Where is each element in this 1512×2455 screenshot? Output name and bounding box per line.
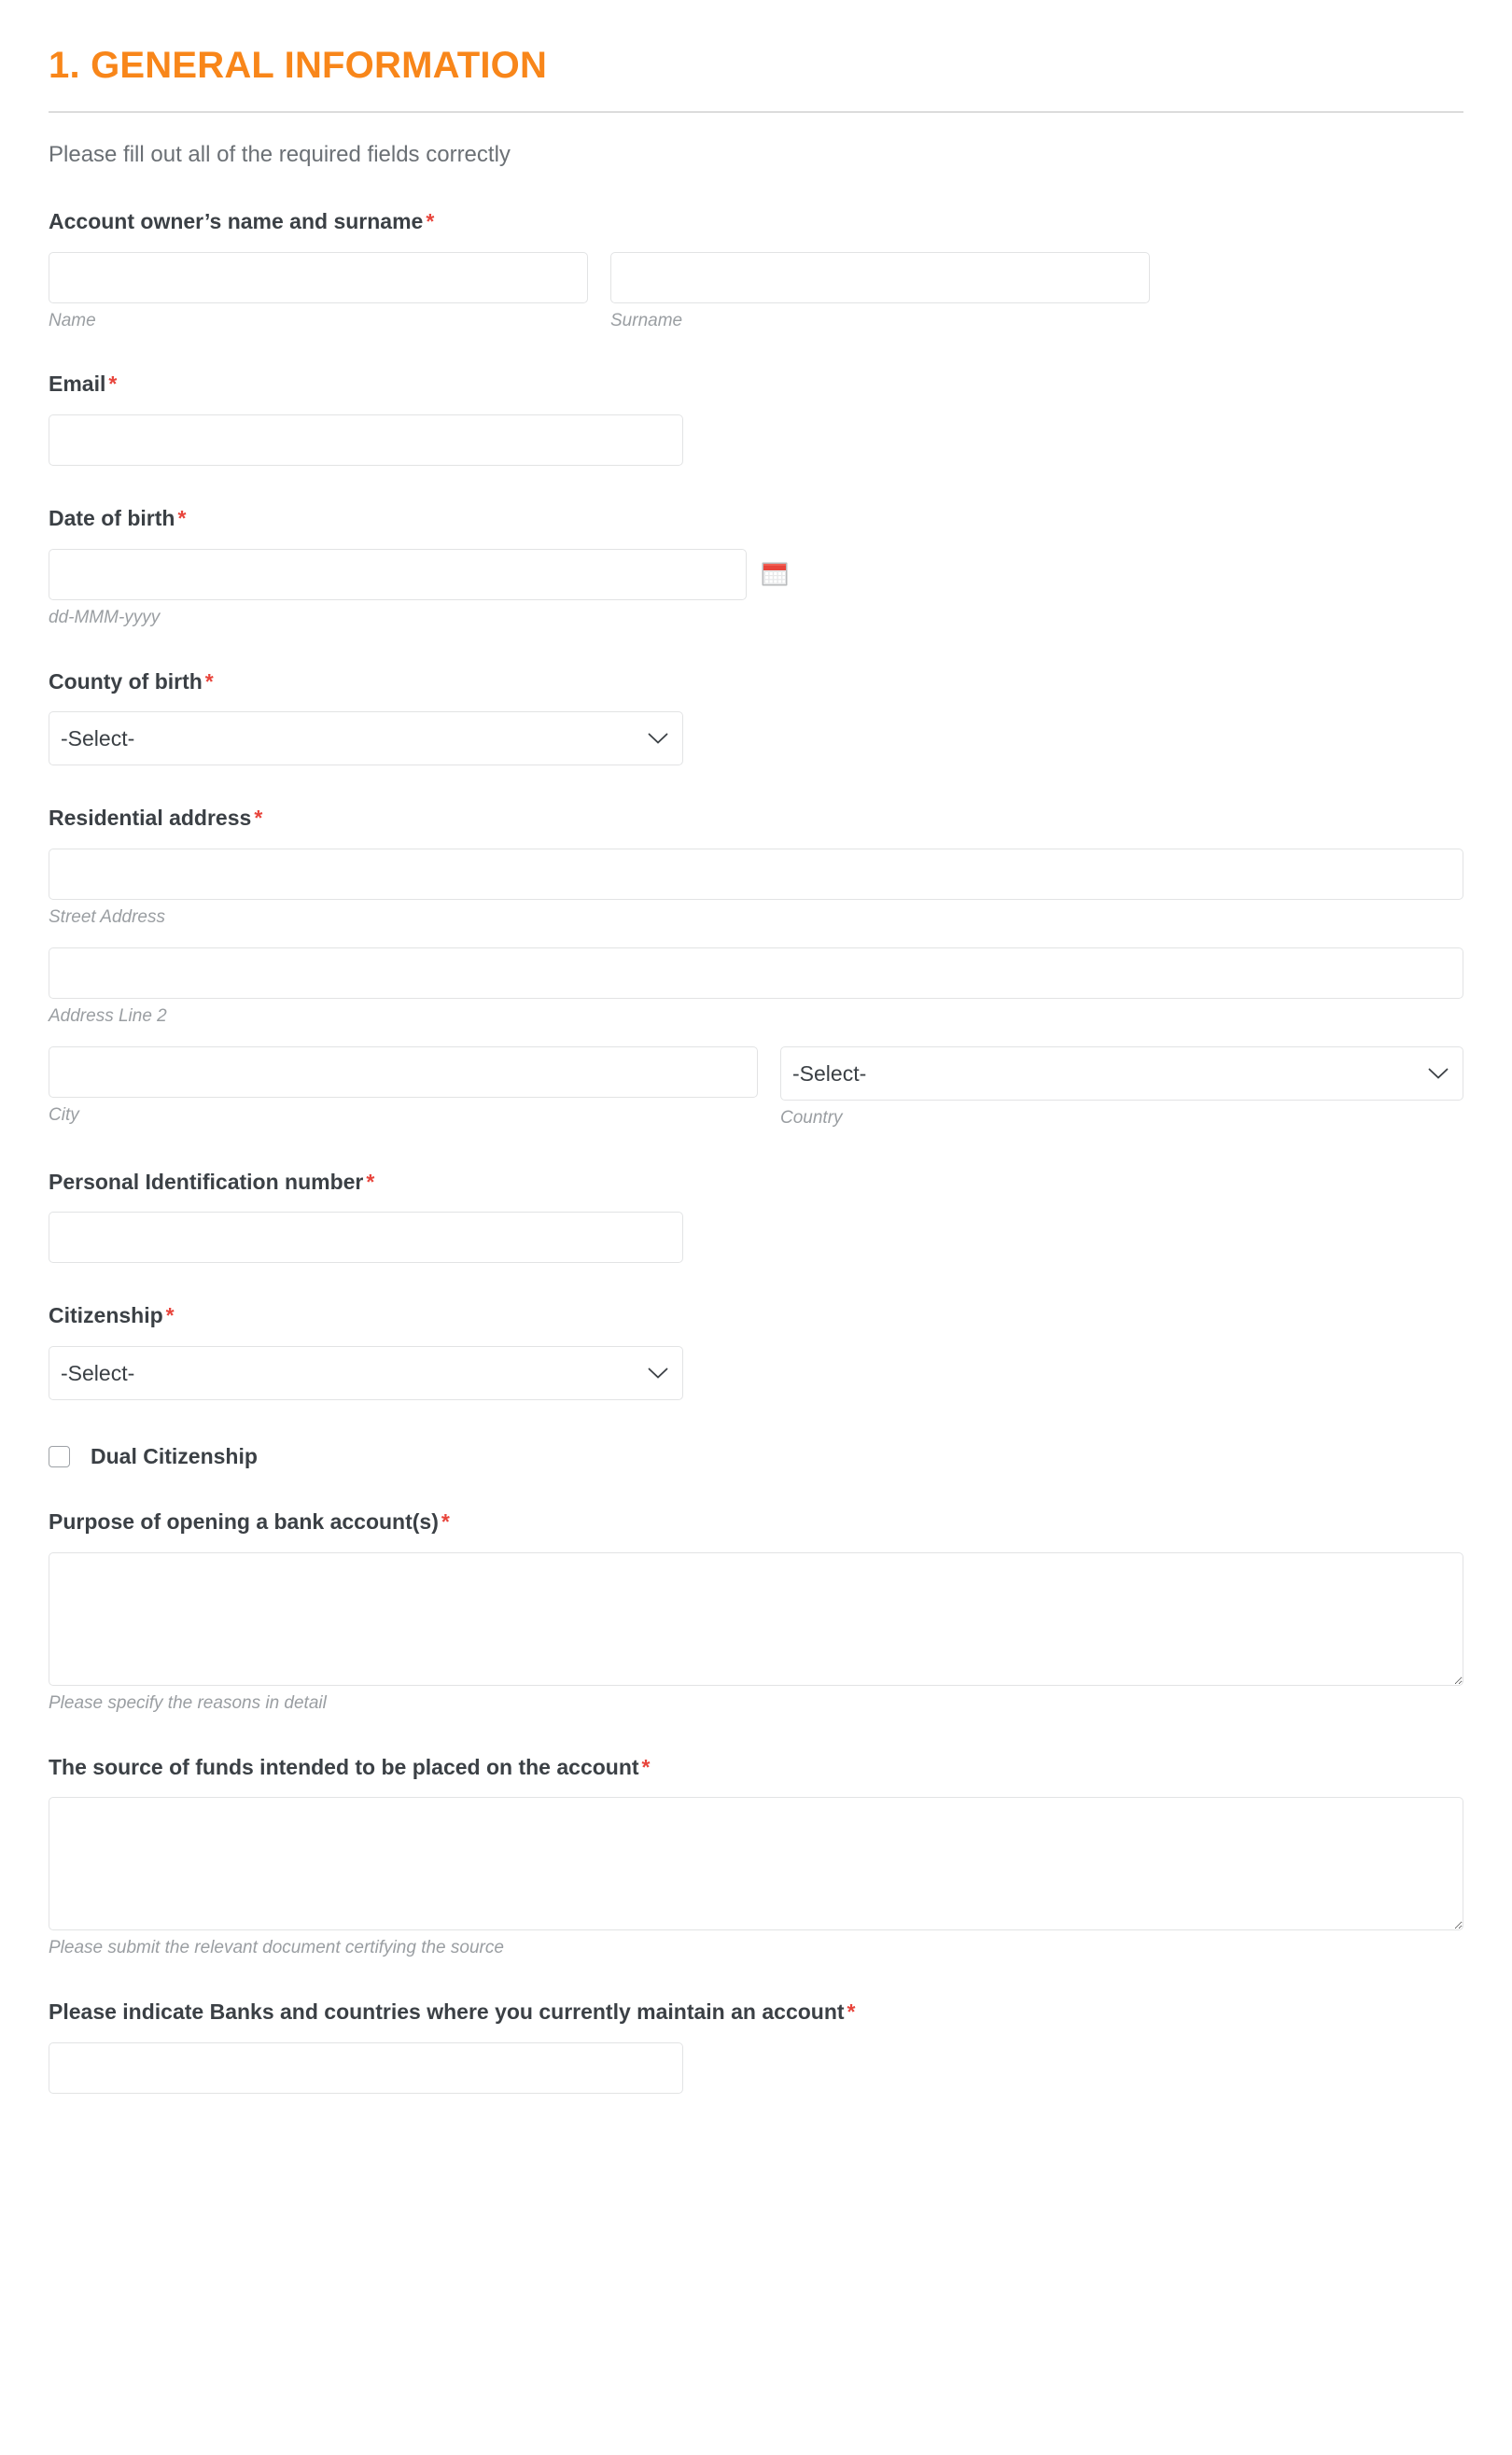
required-asterisk: * (254, 806, 263, 831)
calendar-icon[interactable] (762, 562, 788, 586)
city-col: City (49, 1045, 758, 1129)
section-header: 1. GENERAL INFORMATION Please fill out a… (49, 0, 1463, 169)
street-address-input[interactable] (49, 849, 1463, 901)
section-subtitle: Please fill out all of the required fiel… (49, 142, 511, 167)
label-source-of-funds: The source of funds intended to be place… (49, 1754, 1463, 1781)
required-asterisk: * (847, 1999, 856, 2025)
source-of-funds-sublabel: Please submit the relevant document cert… (49, 1938, 504, 1958)
source-of-funds-textarea[interactable] (49, 1797, 1463, 1931)
header-divider (49, 111, 1463, 113)
field-email: Email * (49, 371, 1463, 467)
email-field[interactable] (49, 414, 683, 467)
field-citizenship: Citizenship * -Select- (49, 1302, 1463, 1401)
required-asterisk: * (108, 372, 118, 397)
label-purpose: Purpose of opening a bank account(s) * (49, 1508, 1463, 1536)
required-asterisk: * (641, 1754, 651, 1779)
label-purpose-text: Purpose of opening a bank account(s) (49, 1509, 439, 1535)
label-personal-id: Personal Identification number * (49, 1169, 1463, 1196)
owner-name-col: Name (49, 251, 588, 332)
label-owner-name-text: Account owner’s name and surname (49, 208, 424, 233)
dual-citizenship-label[interactable]: Dual Citizenship (91, 1444, 258, 1469)
field-personal-id: Personal Identification number * (49, 1169, 1463, 1264)
required-asterisk: * (366, 1169, 375, 1194)
citizenship-select-wrap: -Select- (49, 1346, 683, 1401)
owner-surname-col: Surname (610, 251, 1150, 332)
field-date-of-birth: Date of birth * dd-MMM-yyyy (49, 505, 1463, 629)
label-county-of-birth: County of birth * (49, 668, 1463, 695)
required-asterisk: * (441, 1509, 450, 1535)
field-banks-and-countries: Please indicate Banks and countries wher… (49, 1999, 1463, 2094)
surname-sublabel: Surname (610, 310, 683, 330)
dual-citizenship-checkbox[interactable] (49, 1446, 70, 1468)
citizenship-select[interactable]: -Select- (49, 1346, 683, 1401)
label-residential-address: Residential address * (49, 805, 1463, 832)
field-county-of-birth: County of birth * -Select- (49, 668, 1463, 766)
required-asterisk: * (177, 506, 187, 531)
name-input[interactable] (49, 251, 588, 303)
banks-and-countries-input[interactable] (49, 2041, 683, 2094)
label-banks-and-countries: Please indicate Banks and countries wher… (49, 1999, 1463, 2026)
general-information-form: 1. GENERAL INFORMATION Please fill out a… (0, 0, 1512, 2094)
purpose-textarea[interactable] (49, 1551, 1463, 1686)
label-email: Email * (49, 371, 1463, 398)
required-asterisk: * (204, 668, 214, 694)
address-line-2-input[interactable] (49, 947, 1463, 999)
required-asterisk: * (426, 208, 435, 233)
field-owner-name: Account owner’s name and surname * Name S… (49, 208, 1463, 332)
label-date-of-birth-text: Date of birth (49, 506, 175, 531)
city-country-row: City -Select- Country (49, 1045, 1463, 1129)
name-sublabel: Name (49, 310, 96, 330)
label-personal-id-text: Personal Identification number (49, 1169, 364, 1194)
field-residential-address: Residential address * Street Address Addr… (49, 805, 1463, 1129)
label-citizenship: Citizenship * (49, 1302, 1463, 1329)
date-of-birth-input[interactable] (49, 548, 747, 600)
purpose-sublabel: Please specify the reasons in detail (49, 1692, 327, 1713)
surname-input[interactable] (610, 251, 1150, 303)
address-line-2-sublabel: Address Line 2 (49, 1005, 167, 1026)
country-col: -Select- Country (780, 1045, 1463, 1129)
date-of-birth-sublabel: dd-MMM-yyyy (49, 607, 161, 627)
country-sublabel: Country (780, 1107, 843, 1128)
city-sublabel: City (49, 1104, 79, 1125)
label-owner-name: Account owner’s name and surname * (49, 208, 1463, 235)
date-of-birth-row (49, 548, 1463, 600)
owner-name-row: Name Surname (49, 251, 1463, 332)
label-citizenship-text: Citizenship (49, 1303, 163, 1328)
personal-id-input[interactable] (49, 1212, 683, 1264)
field-purpose: Purpose of opening a bank account(s) * Pl… (49, 1508, 1463, 1715)
required-asterisk: * (165, 1303, 175, 1328)
label-source-of-funds-text: The source of funds intended to be place… (49, 1754, 639, 1779)
field-source-of-funds: The source of funds intended to be place… (49, 1754, 1463, 1960)
label-county-of-birth-text: County of birth (49, 668, 203, 694)
city-input[interactable] (49, 1045, 758, 1098)
label-residential-address-text: Residential address (49, 806, 252, 831)
county-of-birth-select[interactable]: -Select- (49, 711, 683, 766)
field-dual-citizenship[interactable]: Dual Citizenship (49, 1444, 1463, 1469)
country-select-wrap: -Select- (780, 1045, 1463, 1101)
county-of-birth-select-wrap: -Select- (49, 711, 683, 766)
street-address-sublabel: Street Address (49, 907, 165, 928)
page-title: 1. GENERAL INFORMATION (49, 45, 548, 86)
label-banks-and-countries-text: Please indicate Banks and countries wher… (49, 1999, 845, 2025)
country-select[interactable]: -Select- (780, 1045, 1463, 1101)
label-email-text: Email (49, 372, 106, 397)
label-date-of-birth: Date of birth * (49, 505, 1463, 532)
